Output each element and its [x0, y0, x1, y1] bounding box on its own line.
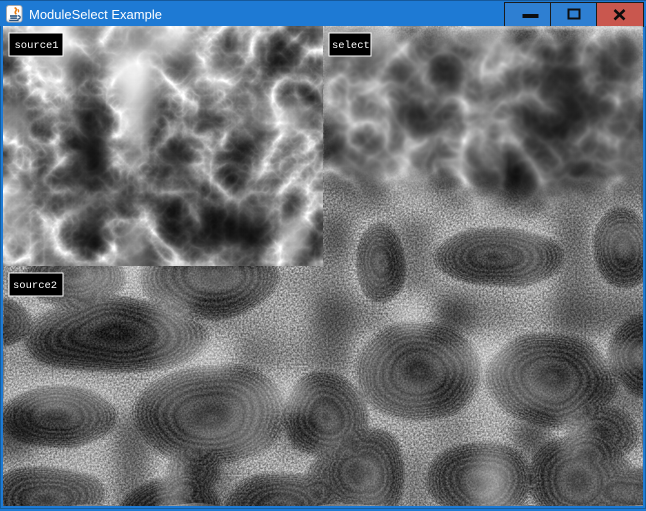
svg-text:source2: source2	[13, 280, 57, 292]
svg-text:select: select	[332, 40, 370, 52]
svg-text:source1: source1	[15, 40, 59, 52]
